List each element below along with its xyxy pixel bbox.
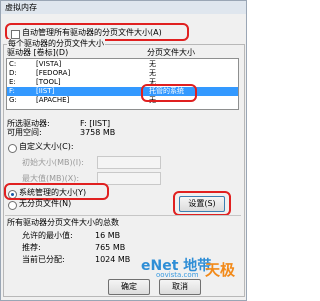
no-paging-radio[interactable] (8, 201, 17, 210)
drive-row[interactable]: C: [VISTA] 无 (7, 60, 238, 69)
watermark-domain: oovista.com (156, 271, 199, 279)
max-size-input[interactable] (97, 172, 161, 185)
drive-size: 无 (149, 69, 156, 77)
drive-letter: E: (9, 78, 16, 86)
custom-size-radio[interactable] (8, 144, 17, 153)
custom-size-label[interactable]: 自定义大小(C): (19, 142, 74, 152)
recommended-label: 推荐: (22, 243, 41, 252)
initial-size-label: 初始大小(MB)(I): (22, 158, 84, 167)
drive-label: [APACHE] (36, 96, 70, 104)
min-allowed-value: 16 MB (95, 231, 121, 240)
totals-heading: 所有驱动器分页文件大小的总数 (7, 218, 119, 227)
initial-size-input[interactable] (97, 156, 161, 169)
drive-letter: D: (9, 69, 17, 77)
drive-letter: C: (9, 60, 17, 68)
window-title: 虚拟内存 (5, 3, 37, 12)
annotation-box-system-managed (4, 183, 109, 200)
drive-label: [IIST] (36, 87, 55, 95)
drive-label: [TOOL] (36, 78, 61, 86)
drive-row[interactable]: G: [APACHE] 无 (7, 96, 238, 105)
drive-row[interactable]: E: [TOOL] 无 (7, 78, 238, 87)
drive-label: [VISTA] (36, 60, 62, 68)
ok-button[interactable]: 确定 (108, 279, 150, 295)
free-space-value: 3758 MB (80, 128, 116, 137)
cancel-button[interactable]: 取消 (159, 279, 201, 295)
title-bar: 虚拟内存 (1, 1, 246, 14)
drive-letter: G: (9, 96, 17, 104)
drive-label: [FEDORA] (36, 69, 71, 77)
current-allocated-label: 当前已分配: (22, 255, 65, 264)
annotation-box-selected-size (141, 84, 197, 102)
virtual-memory-dialog: 虚拟内存 自动管理所有驱动器的分页文件大小(A) 每个驱动器的分页文件大小 驱动… (0, 0, 247, 301)
drive-row-selected[interactable]: F: [IIST] 托管的系统 (7, 87, 238, 96)
drive-size: 无 (149, 60, 156, 68)
separator (5, 215, 241, 216)
recommended-value: 765 MB (95, 243, 126, 252)
watermark-brand: 天极 (205, 261, 236, 279)
current-allocated-value: 1024 MB (95, 255, 131, 264)
free-space-label: 可用空间: (7, 128, 42, 137)
annotation-box-set-button (173, 191, 231, 216)
drive-letter: F: (9, 87, 15, 95)
min-allowed-label: 允许的最小值: (22, 231, 73, 240)
drive-list[interactable]: C: [VISTA] 无 D: [FEDORA] 无 E: [TOOL] 无 F… (6, 58, 239, 110)
drive-row[interactable]: D: [FEDORA] 无 (7, 69, 238, 78)
list-header-drive: 驱动器 [卷标](D) (7, 48, 69, 57)
list-header-size: 分页文件大小 (147, 48, 195, 57)
no-paging-label[interactable]: 无分页文件(N) (19, 199, 71, 209)
